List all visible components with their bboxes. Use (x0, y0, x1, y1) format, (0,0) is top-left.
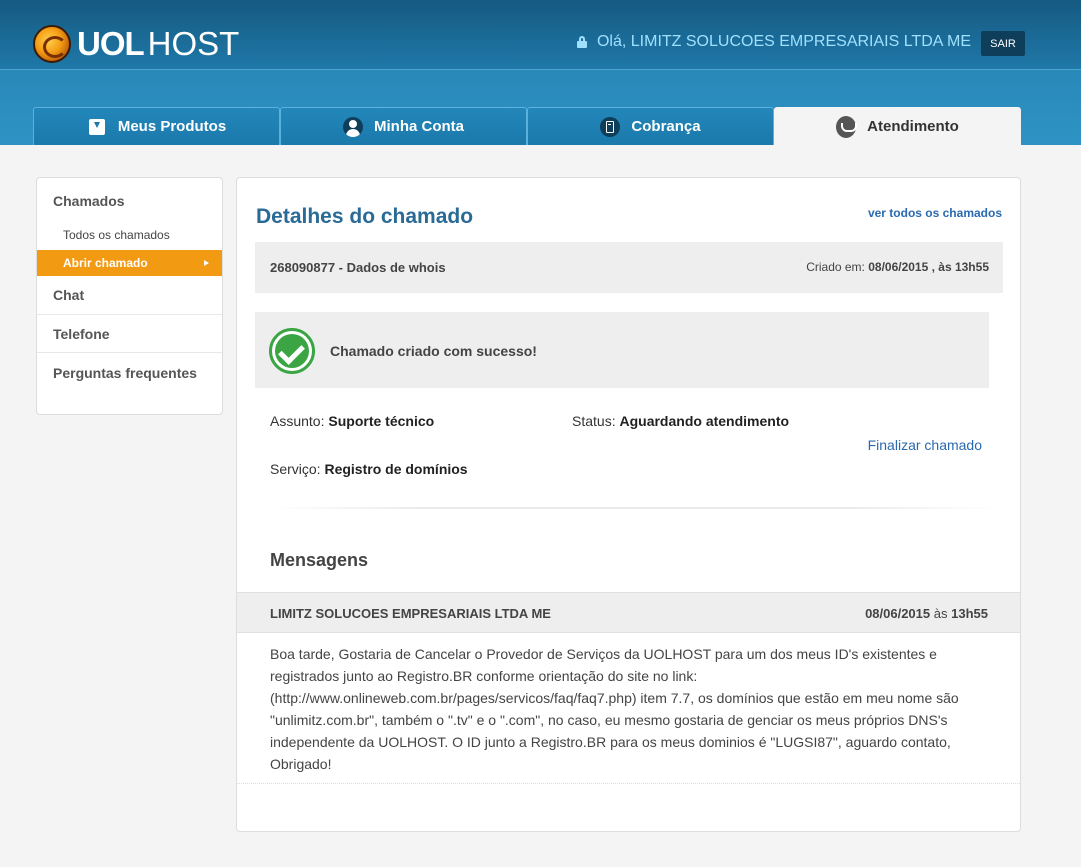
subject-value: Suporte técnico (328, 413, 435, 429)
finalize-ticket-link[interactable]: Finalizar chamado (868, 437, 982, 453)
user-icon (343, 116, 363, 137)
message-time-value: 13h55 (951, 606, 988, 621)
ticket-created-date: Criado em: 08/06/2015 , às 13h55 (806, 260, 989, 274)
created-date-value: 08/06/2015 , às 13h55 (868, 260, 989, 274)
subject-label: Assunto: (270, 413, 325, 429)
tab-label: Cobrança (631, 118, 701, 135)
uol-logo-icon (33, 25, 71, 63)
service-field: Serviço: Registro de domínios (270, 461, 468, 477)
status-value: Aguardando atendimento (619, 413, 790, 429)
service-value: Registro de domínios (324, 461, 468, 477)
message-header: LIMITZ SOLUCOES EMPRESARIAIS LTDA ME 08/… (237, 592, 1020, 633)
ticket-summary-bar: 268090877 - Dados de whois Criado em: 08… (255, 242, 1003, 293)
lock-icon (576, 36, 587, 48)
tab-meus-produtos[interactable]: Meus Produtos (33, 107, 280, 145)
message-body: Boa tarde, Gostaria de Cancelar o Proved… (270, 646, 959, 772)
main-nav: Meus Produtos Minha Conta Cobrança Atend… (33, 107, 1021, 145)
status-label: Status: (572, 413, 616, 429)
messages-heading: Mensagens (270, 550, 369, 570)
message-date: 08/06/2015 às 13h55 (865, 606, 988, 621)
tab-label: Minha Conta (374, 118, 464, 135)
status-field: Status: Aguardando atendimento (572, 413, 789, 429)
service-label: Serviço: (270, 461, 321, 477)
sidebar-item-abrir-chamado[interactable]: Abrir chamado (37, 250, 222, 276)
message-date-sep: às (933, 606, 948, 621)
tab-label: Meus Produtos (117, 118, 227, 135)
message-author: LIMITZ SOLUCOES EMPRESARIAIS LTDA ME (270, 606, 551, 621)
message-date-value: 08/06/2015 (865, 606, 931, 621)
logo-host-text: HOST (147, 25, 240, 62)
sidebar-heading-chamados[interactable]: Chamados (53, 193, 125, 209)
check-circle-icon (269, 328, 315, 374)
subject-field: Assunto: Suporte técnico (270, 413, 434, 429)
tab-cobranca[interactable]: Cobrança (527, 107, 774, 145)
success-message: Chamado criado com sucesso! (330, 343, 537, 359)
page-title: Detalhes do chamado (256, 205, 474, 228)
user-greeting: Olá, LIMITZ SOLUCOES EMPRESARIAIS LTDA M… (576, 33, 971, 51)
handshake-icon (836, 115, 858, 138)
tab-label: Atendimento (867, 118, 959, 135)
sidebar-item-chat[interactable]: Chat (37, 277, 222, 314)
ticket-details-panel: Detalhes do chamado ver todos os chamado… (236, 177, 1021, 832)
logout-button[interactable]: SAIR (981, 31, 1025, 56)
sidebar-item-label: Abrir chamado (63, 256, 148, 270)
download-box-icon (87, 117, 107, 137)
logo-uol-text: UOL (77, 25, 145, 62)
sidebar-item-perguntas-frequentes[interactable]: Perguntas frequentes (37, 352, 222, 412)
tab-minha-conta[interactable]: Minha Conta (280, 107, 527, 145)
see-all-tickets-link[interactable]: ver todos os chamados (868, 206, 1002, 220)
sidebar-item-telefone[interactable]: Telefone (37, 314, 222, 352)
created-label: Criado em: (806, 260, 865, 274)
section-divider (272, 507, 997, 509)
calculator-icon (600, 116, 621, 137)
tab-atendimento[interactable]: Atendimento (774, 107, 1021, 145)
arrow-right-icon (204, 260, 209, 266)
sidebar: Chamados Todos os chamados Abrir chamado… (36, 177, 223, 415)
sidebar-item-todos-os-chamados[interactable]: Todos os chamados (63, 228, 170, 242)
message-separator (237, 783, 1020, 784)
site-header: UOL HOST Olá, LIMITZ SOLUCOES EMPRESARIA… (0, 0, 1081, 145)
uolhost-logo[interactable]: UOL HOST (33, 24, 239, 64)
success-alert: Chamado criado com sucesso! (255, 312, 989, 388)
ticket-id-title: 268090877 - Dados de whois (270, 260, 446, 275)
greeting-text: Olá, LIMITZ SOLUCOES EMPRESARIAIS LTDA M… (596, 33, 971, 50)
